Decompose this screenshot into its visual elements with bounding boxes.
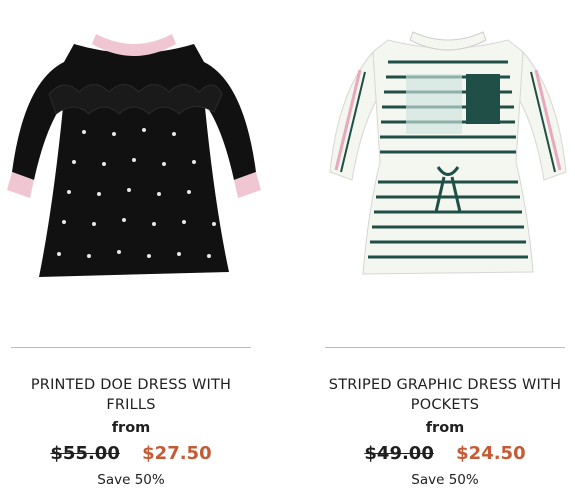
product-title[interactable]: PRINTED DOE DRESS WITH FRILLS [4, 375, 258, 415]
sale-price: $24.50 [456, 443, 526, 464]
original-price: $55.00 [50, 443, 120, 464]
card-divider [11, 347, 251, 348]
product-card[interactable]: STRIPED GRAPHIC DRESS WITH POCKETS from … [318, 0, 575, 489]
product-card[interactable]: PRINTED DOE DRESS WITH FRILLS from $55.0… [4, 0, 264, 489]
save-label: Save 50% [97, 472, 165, 488]
product-image[interactable] [318, 22, 575, 292]
save-label: Save 50% [411, 472, 479, 488]
card-divider [325, 347, 565, 348]
from-label: from [111, 420, 151, 436]
sale-price: $27.50 [142, 443, 212, 464]
striped-dress-illustration [329, 31, 567, 275]
price-row: $55.00 $27.50 [4, 443, 258, 464]
product-title[interactable]: STRIPED GRAPHIC DRESS WITH POCKETS [318, 375, 572, 415]
original-price: $49.00 [364, 443, 434, 464]
black-dress-illustration [7, 34, 261, 277]
from-label: from [425, 420, 465, 436]
product-grid: PRINTED DOE DRESS WITH FRILLS from $55.0… [0, 0, 575, 489]
price-row: $49.00 $24.50 [318, 443, 572, 464]
product-image[interactable] [4, 22, 264, 292]
